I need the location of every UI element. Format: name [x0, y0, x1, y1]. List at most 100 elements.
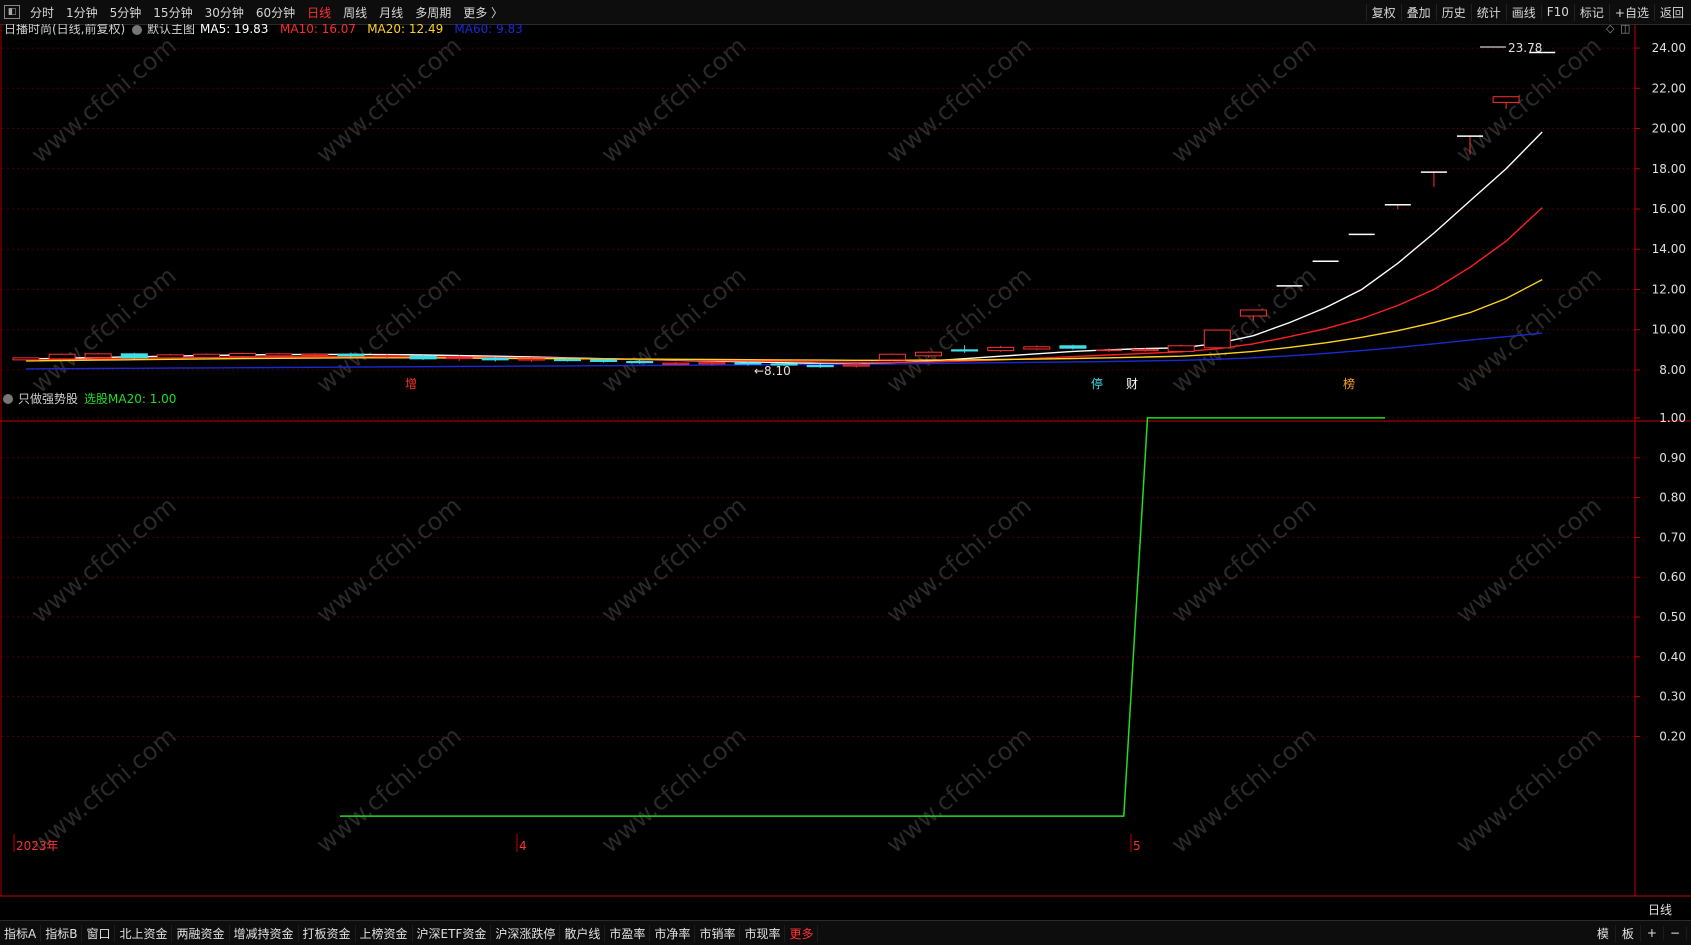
bottom-action-button[interactable]: + — [1641, 926, 1664, 940]
period-tab[interactable]: 周线 — [337, 4, 373, 21]
candle-down — [554, 358, 581, 362]
toolbar-button[interactable]: F10 — [1540, 5, 1574, 19]
indicator-tick-label: 0.40 — [1659, 650, 1686, 664]
bottom-action-button[interactable]: 板 — [1616, 924, 1641, 942]
indicator-tab[interactable]: 沪深ETF资金 — [413, 924, 492, 942]
watermark: www.cfchi.com — [26, 31, 182, 168]
candle-up — [301, 353, 329, 356]
indicator-tab[interactable]: 北上资金 — [115, 924, 173, 942]
indicator-tab[interactable]: 散户线 — [560, 924, 606, 942]
indicator-tab[interactable]: 市净率 — [650, 924, 696, 942]
period-tab[interactable]: 多周期 — [409, 4, 457, 21]
bottom-action-button[interactable]: − — [1664, 926, 1687, 940]
indicator-tab[interactable]: 窗口 — [82, 924, 116, 942]
indicator-tick-label: 0.30 — [1659, 690, 1686, 704]
watermark: www.cfchi.com — [26, 491, 182, 628]
ma-legend-item: MA5: 19.83 — [200, 24, 268, 36]
candle-up — [987, 346, 1015, 352]
sub-toggle-icon[interactable] — [3, 394, 13, 404]
period-tab[interactable]: 30分钟 — [199, 4, 250, 21]
bottom-actions: 模板 + − — [1591, 921, 1687, 945]
candle-down — [409, 355, 437, 360]
period-toolbar: ◧ 分时 1分钟 5分钟 15分钟 30分钟 60分钟 日线 周线 月线 多周期 更多 〉 复权 叠加… — [0, 0, 1691, 25]
indicator-tab[interactable]: 市销率 — [695, 924, 741, 942]
candle-up — [698, 362, 726, 365]
watermark: www.cfchi.com — [1451, 721, 1607, 858]
date-label: 2023年 — [16, 839, 59, 853]
candle-up — [12, 357, 40, 361]
price-tick-label: 10.00 — [1652, 323, 1686, 337]
candle-down — [590, 359, 618, 362]
toolbar-button[interactable]: 复权 — [1365, 3, 1401, 21]
period-tab[interactable]: 5分钟 — [104, 4, 148, 21]
candle-down — [626, 360, 654, 364]
watermark: www.cfchi.com — [311, 491, 467, 628]
candle-down — [481, 357, 509, 361]
candle-up — [1131, 348, 1159, 352]
indicator-tab[interactable]: 指标A — [0, 924, 42, 942]
stock-chart[interactable]: www.cfchi.com www.cfchi.com www.cfchi.com w… — [0, 24, 1691, 920]
candle-up — [193, 353, 220, 358]
candle-up — [229, 352, 257, 358]
candle-up — [1239, 309, 1267, 317]
candle-up — [842, 364, 870, 367]
event-marker[interactable]: 增 — [405, 377, 417, 391]
indicator-tab[interactable]: 上榜资金 — [356, 924, 413, 942]
indicator-tab[interactable]: 增减持资金 — [230, 924, 299, 942]
candle-up — [156, 354, 184, 359]
ma-legend: MA5: 19.83 MA10: 16.07 MA20: 12.49 MA60: 9.… — [200, 24, 523, 36]
period-tab[interactable]: 更多 〉 — [457, 4, 509, 21]
indicator-tabs: 指标A 指标B 窗口 北上资金 两融资金 增减持资金 打板资金 上榜资金 沪深ETF资金 沪深涨跌… — [0, 924, 819, 942]
collapse-icon[interactable]: ◧ — [4, 5, 20, 19]
period-tabs: 分时 1分钟 5分钟 15分钟 30分钟 60分钟 日线 周线 月线 多周期 更多 〉 — [24, 4, 509, 21]
toolbar-button[interactable]: 返回 — [1653, 3, 1689, 21]
price-tick-label: 18.00 — [1652, 162, 1686, 176]
event-markers: 增停财榜 — [404, 376, 1356, 391]
event-marker[interactable]: 停 — [1091, 376, 1103, 391]
toolbar-button[interactable]: +自选 — [1608, 3, 1654, 21]
period-tab[interactable]: 日线 — [301, 4, 337, 21]
watermark: www.cfchi.com — [311, 31, 467, 168]
indicator-toggle-icon[interactable] — [132, 25, 142, 35]
indicator-tab[interactable]: 沪深涨跌停 — [491, 924, 561, 942]
indicator-tab[interactable]: 市盈率 — [605, 924, 651, 942]
indicator-tick-label: 0.80 — [1659, 491, 1686, 505]
indicator-tick-label: 0.90 — [1659, 451, 1686, 465]
indicator-tick-label: 1.00 — [1659, 411, 1686, 425]
indicator-tick-label: 0.70 — [1659, 530, 1686, 544]
indicator-tick-label: 0.60 — [1659, 570, 1686, 584]
toolbar-button[interactable]: 历史 — [1435, 3, 1471, 21]
period-tab[interactable]: 分时 — [24, 4, 60, 21]
period-tab[interactable]: 月线 — [373, 4, 409, 21]
window-icon[interactable]: ◫ — [1620, 24, 1630, 35]
watermark: www.cfchi.com — [596, 491, 752, 628]
candle-up — [373, 354, 401, 358]
period-tab[interactable]: 60分钟 — [250, 4, 301, 21]
price-tick-label: 22.00 — [1652, 81, 1686, 95]
toolbar-button[interactable]: 画线 — [1505, 3, 1541, 21]
indicator-tab[interactable]: 更多 — [785, 924, 819, 942]
indicator-tab[interactable]: 打板资金 — [299, 924, 356, 942]
ma-legend-item: MA20: 12.49 — [367, 24, 443, 36]
toolbar-button[interactable]: 叠加 — [1400, 3, 1436, 21]
indicator-tab[interactable]: 两融资金 — [172, 924, 230, 942]
date-label: 4 — [519, 839, 527, 853]
period-tab[interactable]: 15分钟 — [147, 4, 198, 21]
indicator-tab[interactable]: 市现率 — [740, 924, 786, 942]
watermark: www.cfchi.com — [1166, 721, 1322, 858]
period-tab[interactable]: 1分钟 — [60, 4, 104, 21]
indicator-axis-labels: 0.20 0.30 0.40 0.50 0.60 0.70 0.80 0.90 1.00 — [1635, 411, 1686, 743]
toolbar-button[interactable]: 标记 — [1573, 3, 1609, 21]
stock-title: 日播时尚(日线,前复权) — [4, 24, 125, 36]
bottom-action-button[interactable]: 模 — [1591, 924, 1616, 942]
indicator-name: 默认主图 — [147, 24, 195, 36]
toolbar-button[interactable]: 统计 — [1470, 3, 1506, 21]
candle-down — [806, 364, 834, 368]
watermark: www.cfchi.com — [311, 721, 467, 858]
indicator-tick-label: 0.20 — [1659, 729, 1686, 743]
event-marker[interactable]: 财 — [1126, 377, 1138, 391]
candle-up — [84, 353, 112, 358]
diamond-icon[interactable]: ◇ — [1606, 24, 1615, 35]
indicator-tab[interactable]: 指标B — [41, 924, 83, 942]
event-marker[interactable]: 榜 — [1343, 376, 1355, 391]
